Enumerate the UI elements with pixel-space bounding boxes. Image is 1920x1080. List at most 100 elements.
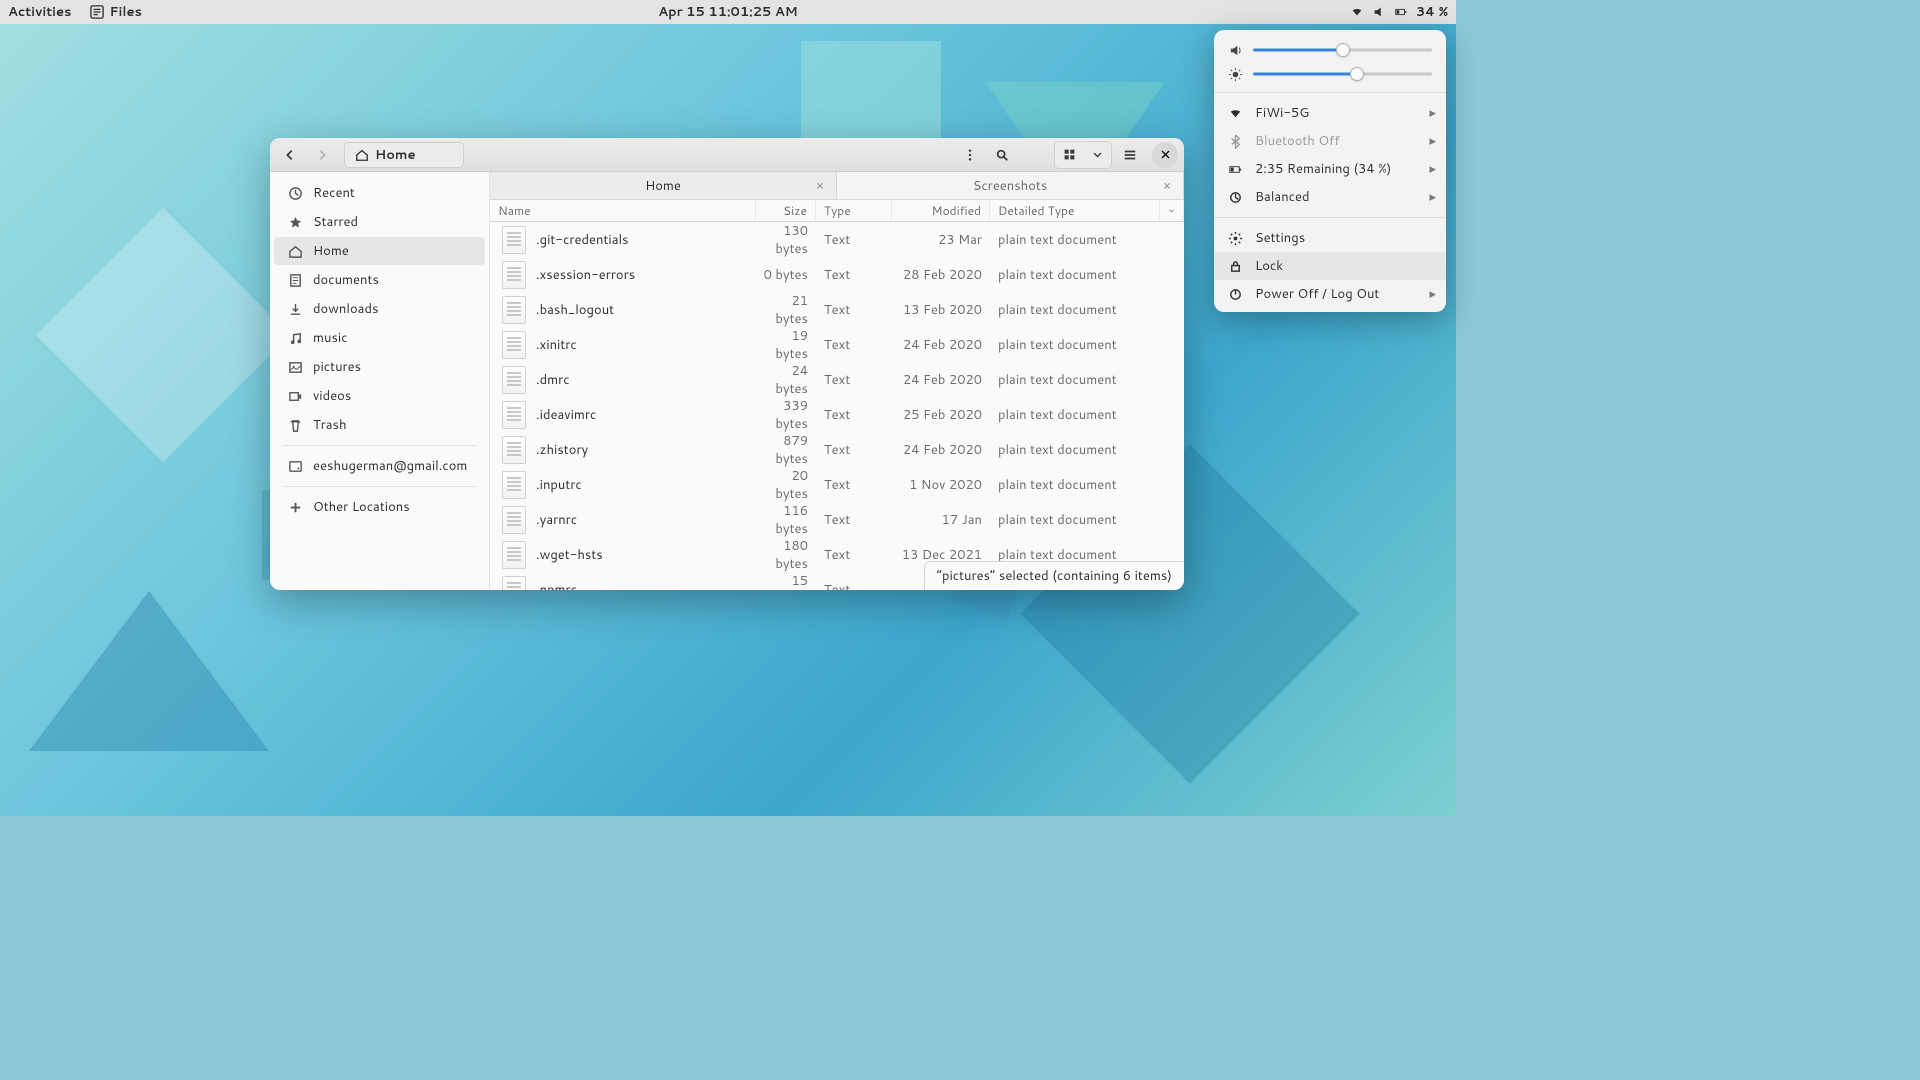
file-size: 24 bytes xyxy=(756,362,816,398)
doc-icon xyxy=(288,273,303,288)
power-off-menu-item[interactable]: Power Off / Log Out ▸ xyxy=(1214,280,1446,308)
sidebar-item-starred[interactable]: Starred xyxy=(274,208,485,236)
tab-screenshots[interactable]: Screenshots× xyxy=(837,172,1184,199)
power-icon xyxy=(1228,287,1243,302)
bluetooth-label: Bluetooth Off xyxy=(1255,132,1340,150)
col-modified[interactable]: Modified xyxy=(892,200,990,221)
file-detailed-type: plain text document xyxy=(990,266,1184,284)
bluetooth-menu-item[interactable]: Bluetooth Off ▸ xyxy=(1214,127,1446,155)
plus-icon xyxy=(288,500,303,515)
sidebar-item-home[interactable]: Home xyxy=(274,237,485,265)
column-menu-button[interactable] xyxy=(1160,200,1184,221)
text-file-icon xyxy=(502,576,526,591)
file-modified: 28 Feb 2020 xyxy=(892,266,990,284)
file-detailed-type: plain text document xyxy=(990,336,1184,354)
power-profile-label: Balanced xyxy=(1255,188,1310,206)
file-modified: 1 Nov 2020 xyxy=(892,476,990,494)
file-name: .npmrc xyxy=(536,581,756,591)
file-row[interactable]: .git-credentials130 bytesText23 Marplain… xyxy=(490,222,1184,257)
file-row[interactable]: .yarnrc116 bytesText17 Janplain text doc… xyxy=(490,502,1184,537)
col-size[interactable]: Size xyxy=(756,200,816,221)
text-file-icon xyxy=(502,506,526,534)
more-menu-button[interactable] xyxy=(956,142,984,168)
nav-forward-button[interactable] xyxy=(308,142,336,168)
bluetooth-icon xyxy=(1228,134,1243,149)
view-dropdown-button[interactable] xyxy=(1084,143,1110,167)
sidebar-item-videos[interactable]: videos xyxy=(274,382,485,410)
window-titlebar[interactable]: Home xyxy=(270,138,1184,172)
chevron-right-icon: ▸ xyxy=(1429,132,1436,150)
file-row[interactable]: .zhistory879 bytesText24 Feb 2020plain t… xyxy=(490,432,1184,467)
sidebar-item-downloads[interactable]: downloads xyxy=(274,295,485,323)
power-profile-menu-item[interactable]: Balanced ▸ xyxy=(1214,183,1446,211)
file-row[interactable]: .xinitrc19 bytesText24 Feb 2020plain tex… xyxy=(490,327,1184,362)
text-file-icon xyxy=(502,226,526,254)
sidebar-item-trash[interactable]: Trash xyxy=(274,411,485,439)
file-row[interactable]: .bash_logout21 bytesText13 Feb 2020plain… xyxy=(490,292,1184,327)
chevron-down-icon xyxy=(1092,149,1103,160)
file-row[interactable]: .inputrc20 bytesText1 Nov 2020plain text… xyxy=(490,467,1184,502)
chevron-right-icon: ▸ xyxy=(1429,188,1436,206)
brightness-slider[interactable] xyxy=(1253,66,1432,82)
wifi-menu-item[interactable]: FiWi-5G ▸ xyxy=(1214,99,1446,127)
lock-menu-item[interactable]: Lock xyxy=(1214,252,1446,280)
sidebar-item-eeshugerman-gmail-com[interactable]: eeshugerman@gmail.com xyxy=(274,452,485,480)
nav-back-button[interactable] xyxy=(276,142,304,168)
sidebar-item-label: pictures xyxy=(313,358,361,376)
file-type: Text xyxy=(816,441,892,459)
battery-menu-item[interactable]: 2:35 Remaining (34 %) ▸ xyxy=(1214,155,1446,183)
window-close-button[interactable] xyxy=(1152,142,1178,168)
text-file-icon xyxy=(502,296,526,324)
system-status-area[interactable]: 34 % xyxy=(1350,3,1448,21)
hamburger-menu-button[interactable] xyxy=(1116,142,1144,168)
file-type: Text xyxy=(816,581,892,591)
settings-menu-item[interactable]: Settings xyxy=(1214,224,1446,252)
sidebar-item-other-locations[interactable]: Other Locations xyxy=(274,493,485,521)
file-list[interactable]: .git-credentials130 bytesText23 Marplain… xyxy=(490,222,1184,590)
app-menu-label: Files xyxy=(110,3,142,21)
file-row[interactable]: .dmrc24 bytesText24 Feb 2020plain text d… xyxy=(490,362,1184,397)
app-menu[interactable]: Files xyxy=(90,3,142,21)
column-header[interactable]: Name Size Type Modified Detailed Type xyxy=(490,200,1184,222)
file-modified: 24 Feb 2020 xyxy=(892,371,990,389)
chevron-right-icon: ▸ xyxy=(1429,104,1436,122)
tab-bar: Home×Screenshots× xyxy=(490,172,1184,200)
path-bar[interactable]: Home xyxy=(344,142,464,168)
music-icon xyxy=(288,331,303,346)
activities-button[interactable]: Activities xyxy=(8,3,72,21)
file-modified: 13 Feb 2020 xyxy=(892,301,990,319)
file-modified: 24 Feb 2020 xyxy=(892,441,990,459)
file-row[interactable]: .xsession-errors0 bytesText28 Feb 2020pl… xyxy=(490,257,1184,292)
files-app-icon xyxy=(90,5,104,19)
col-detailed-type[interactable]: Detailed Type xyxy=(990,200,1160,221)
settings-label: Settings xyxy=(1255,229,1305,247)
volume-slider-row xyxy=(1214,38,1446,62)
file-detailed-type: plain text document xyxy=(990,476,1184,494)
tab-close-button[interactable]: × xyxy=(1159,178,1175,194)
file-name: .inputrc xyxy=(536,476,756,494)
sidebar-item-label: Starred xyxy=(313,213,358,231)
tab-close-button[interactable]: × xyxy=(812,178,828,194)
battery-label: 2:35 Remaining (34 %) xyxy=(1255,160,1391,178)
power-off-label: Power Off / Log Out xyxy=(1255,285,1379,303)
file-row[interactable]: .ideavimrc339 bytesText25 Feb 2020plain … xyxy=(490,397,1184,432)
col-type[interactable]: Type xyxy=(816,200,892,221)
home-icon xyxy=(288,244,303,259)
file-name: .ideavimrc xyxy=(536,406,756,424)
sidebar-item-label: music xyxy=(313,329,348,347)
battery-percent: 34 % xyxy=(1416,3,1448,21)
col-name[interactable]: Name xyxy=(490,200,756,221)
file-name: .zhistory xyxy=(536,441,756,459)
search-button[interactable] xyxy=(988,142,1016,168)
sidebar-item-pictures[interactable]: pictures xyxy=(274,353,485,381)
sidebar-item-documents[interactable]: documents xyxy=(274,266,485,294)
volume-slider[interactable] xyxy=(1253,42,1432,58)
close-icon xyxy=(1160,149,1171,160)
sidebar-item-recent[interactable]: Recent xyxy=(274,179,485,207)
tab-home[interactable]: Home× xyxy=(490,172,837,199)
view-grid-button[interactable] xyxy=(1056,143,1082,167)
sidebar-item-music[interactable]: music xyxy=(274,324,485,352)
places-sidebar: Recent Starred Homedocumentsdownloads music… xyxy=(270,172,490,590)
panel-clock[interactable]: Apr 15 11:01:25 AM xyxy=(658,3,797,21)
file-size: 180 bytes xyxy=(756,537,816,573)
